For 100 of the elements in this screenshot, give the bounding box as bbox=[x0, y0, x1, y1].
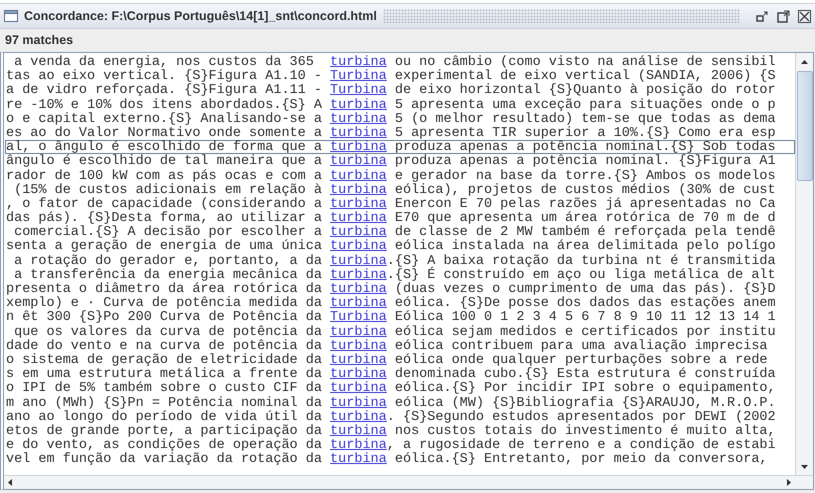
left-context: comercial.{S} A decisão por escolher a bbox=[14, 226, 323, 238]
scroll-left-icon[interactable] bbox=[6, 478, 15, 487]
right-context: eólica.{S} Entretanto, por meio da conversora, bbox=[394, 453, 768, 466]
keyword-link[interactable]: turbina bbox=[330, 226, 387, 238]
scroll-down-icon[interactable] bbox=[800, 462, 809, 471]
keyword-link[interactable]: turbina bbox=[330, 297, 387, 310]
right-context: 5 (o melhor resultado) tem-se que todas as dema bbox=[394, 112, 776, 125]
keyword-link[interactable]: turbina bbox=[330, 283, 387, 296]
concordance-row[interactable]: a rotação do gerador e, portanto, a da turbina.{S} A baixa rotação da turbina nt é transmitida bbox=[5, 254, 795, 268]
keyword-link[interactable]: turbina bbox=[330, 98, 387, 111]
right-context: nos custos totais do investimento é muito alta, bbox=[394, 424, 776, 438]
keyword-link[interactable]: Turbina bbox=[330, 84, 387, 97]
concordance-row[interactable]: al, o ângulo é escolhido de forma que a turbina produza apenas a potência nominal.{S} Sob todas bbox=[5, 140, 795, 154]
left-context: xemplo) e · Curva de potência medida da bbox=[6, 297, 323, 310]
right-context: produza apenas a potência nominal.{S} Sob todas bbox=[394, 141, 776, 154]
keyword-link[interactable]: turbina bbox=[330, 240, 387, 253]
maximize-icon[interactable] bbox=[777, 10, 790, 22]
keyword-link[interactable]: turbina bbox=[330, 424, 387, 438]
concordance-row[interactable]: , o fator de capacidade (considerando a turbina Enercon E 70 pelas razões já apresentadas no Ca bbox=[5, 196, 795, 212]
left-context: , o fator de capacidade (considerando a bbox=[6, 198, 323, 210]
left-context: a rotação do gerador e, portanto, a da bbox=[13, 254, 323, 267]
left-context: vel em função da variação da rotação da bbox=[6, 453, 323, 466]
left-context: ano ao longo do período de vida útil da bbox=[6, 410, 323, 423]
left-context: n êt 300 {S}Po 200 Curva de Potência da bbox=[6, 311, 323, 324]
keyword-link[interactable]: turbina bbox=[330, 126, 387, 140]
keyword-link[interactable]: turbina bbox=[330, 112, 387, 125]
keyword-link[interactable]: turbina bbox=[330, 326, 387, 338]
keyword-link[interactable]: turbina bbox=[330, 439, 387, 452]
left-context: a de vidro reforçada. {S}Figura A1.11 - bbox=[6, 84, 323, 97]
keyword-link[interactable]: turbina bbox=[330, 141, 387, 154]
concordance-row[interactable]: a transferência da energia mecânica da turbina.{S} É construído em aço ou liga metálica de alt bbox=[5, 268, 795, 282]
concordance-row[interactable]: a de vidro reforçada. {S}Figura A1.11 - Turbina de eixo horizontal {S}Quanto à posição do rotor bbox=[5, 83, 795, 98]
keyword-link[interactable]: turbina bbox=[330, 453, 387, 466]
concordance-row[interactable]: ângulo é escolhido de tal maneira que a turbina produza apenas a potência nominal. {S}Figura A1 bbox=[5, 154, 795, 168]
concordance-row[interactable]: rador de 100 kW com as pás ocas e com a turbina e gerador na base da torre.{S} Ambos os modelos bbox=[5, 168, 795, 183]
scroll-right-icon[interactable] bbox=[784, 478, 793, 487]
left-context: a transferência da energia mecânica da bbox=[13, 268, 323, 281]
keyword-link[interactable]: turbina bbox=[330, 170, 387, 182]
left-context: o sistema de geração de eletricidade da bbox=[6, 354, 323, 366]
concordance-row[interactable]: m ano (MWh) {S}Pn = Potência nominal da turbina eólica (MW) {S}Bibliografia {S}ARAUJO, M.R.O.P. bbox=[5, 396, 795, 410]
right-context: eólica onde qualquer perturbações sobre a rede bbox=[394, 354, 768, 366]
close-icon[interactable] bbox=[798, 10, 811, 22]
keyword-link[interactable]: turbina bbox=[330, 184, 387, 196]
window-icon bbox=[4, 10, 18, 22]
left-context: a venda da energia, nos custos da 365 bbox=[13, 56, 315, 68]
concordance-row[interactable]: xemplo) e · Curva de potência medida da turbina eólica. {S}De posse dos dados das estações anem bbox=[5, 296, 795, 310]
concordance-row[interactable]: es ao do Valor Normativo onde somente a turbina 5 apresenta TIR superior a 10%.{S} Como era esp bbox=[5, 126, 795, 140]
concordance-row[interactable]: dade do vento e na curva de potência da turbina eólica contribuem para uma avaliação imprecisa bbox=[5, 338, 795, 353]
keyword-link[interactable]: Turbina bbox=[330, 311, 387, 324]
concordance-row[interactable]: o IPI de 5% também sobre o custo CIF da turbina eólica.{S} Por incidir IPI sobre o equipamento, bbox=[5, 381, 795, 396]
concordance-row[interactable]: o sistema de geração de eletricidade da turbina eólica onde qualquer perturbações sobre a rede bbox=[5, 352, 795, 368]
concordance-row[interactable]: das pás). {S}Desta forma, ao utilizar a turbina E70 que apresenta um área rotórica de 70 m de d bbox=[5, 211, 795, 226]
window-title: Concordance: F:\Corpus Português\14[1]_snt\concord.html bbox=[24, 9, 377, 23]
concordance-row[interactable]: n êt 300 {S}Po 200 Curva de Potência da Turbina Eólica 100 0 1 2 3 4 5 6 7 8 9 10 11 12 13 14 1 bbox=[5, 310, 795, 325]
keyword-link[interactable]: turbina bbox=[330, 56, 387, 68]
right-context: .{S} A baixa rotação da turbina nt é transmitida bbox=[386, 254, 776, 267]
concordance-row[interactable]: senta a geração de energia de uma única turbina eólica instalada na área delimitada pelo polígo bbox=[5, 239, 795, 254]
right-context: E70 que apresenta um área rotórica de 70 m de d bbox=[394, 212, 776, 224]
concordance-row[interactable]: etos de grande porte, a participação da turbina nos custos totais do investimento é muito alta, bbox=[5, 424, 795, 438]
concordance-row[interactable]: vel em função da variação da rotação da turbina eólica.{S} Entretanto, por meio da conversora, bbox=[5, 452, 795, 466]
right-context: Eólica 100 0 1 2 3 4 5 6 7 8 9 10 11 12 13 14 1 bbox=[394, 311, 776, 324]
right-context: de eixo horizontal {S}Quanto à posição do rotor bbox=[394, 84, 776, 97]
right-context: eólica sejam medidos e certificados por institu bbox=[394, 326, 776, 338]
left-context: o IPI de 5% também sobre o custo CIF da bbox=[6, 382, 323, 394]
right-context: 5 apresenta uma exceção para situações onde o p bbox=[394, 98, 776, 111]
right-context: produza apenas a potência nominal. {S}Figura A1 bbox=[394, 155, 776, 168]
keyword-link[interactable]: Turbina bbox=[330, 70, 387, 82]
concordance-row[interactable]: comercial.{S} A decisão por escolher a turbina de classe de 2 MW também é reforçada pela tendê bbox=[5, 225, 795, 240]
keyword-link[interactable]: turbina bbox=[330, 155, 387, 168]
concordance-row[interactable]: re -10% e 10% dos itens abordados.{S} A turbina 5 apresenta uma exceção para situações onde o p bbox=[5, 98, 795, 112]
concordance-row[interactable]: o e capital externo.{S} Analisando-se a turbina 5 (o melhor resultado) tem-se que todas as dema bbox=[5, 112, 795, 126]
concordance-row[interactable]: tas ao eixo vertical. {S}Figura A1.10 - Turbina experimental de eixo vertical (SANDIA, 2006) {S bbox=[5, 69, 795, 84]
scrollbar-thumb[interactable] bbox=[796, 71, 812, 181]
concordance-row[interactable]: ano ao longo do período de vida útil da turbina. {S}Segundo estudos apresentados por DEWI (2002 bbox=[5, 410, 795, 424]
restore-icon[interactable] bbox=[756, 10, 769, 22]
keyword-link[interactable]: turbina bbox=[330, 212, 387, 224]
keyword-link[interactable]: turbina bbox=[330, 410, 387, 423]
concordance-row[interactable]: e do vento, as condições de operação da turbina, a rugosidade de terreno e a condição de estabi bbox=[5, 438, 795, 452]
left-context: presenta o diâmetro da área rotórica da bbox=[6, 283, 323, 296]
concordance-row[interactable]: s em uma estrutura metálica a frente da turbina denominada cubo.{S} Esta estrutura é construída bbox=[5, 367, 795, 382]
scroll-up-icon[interactable] bbox=[800, 58, 809, 67]
concordance-row[interactable]: que os valores da curva de potência da turbina eólica sejam medidos e certificados por institu bbox=[5, 324, 795, 339]
keyword-link[interactable]: turbina bbox=[330, 396, 387, 409]
right-context: eólica.{S} Por incidir IPI sobre o equipamento, bbox=[394, 382, 776, 394]
right-context: 5 apresenta TIR superior a 10%.{S} Como era esp bbox=[394, 126, 776, 140]
concordance-row[interactable]: (15% de custos adicionais em relação à turbina eólica), projetos de custos médios (30% de cust bbox=[5, 182, 795, 197]
keyword-link[interactable]: turbina bbox=[330, 354, 387, 366]
right-context: .{S} É construído em aço ou liga metálica de alt bbox=[386, 268, 776, 281]
keyword-link[interactable]: turbina bbox=[330, 340, 387, 352]
left-context: dade do vento e na curva de potência da bbox=[6, 340, 323, 352]
match-count: 97 matches bbox=[4, 32, 74, 49]
concordance-row[interactable]: a venda da energia, nos custos da 365 turbina ou no câmbio (como visto na análise de sensibil bbox=[5, 55, 795, 70]
left-context: ângulo é escolhido de tal maneira que a bbox=[6, 155, 323, 168]
concordance-row[interactable]: presenta o diâmetro da área rotórica da turbina (duas vezes o cumprimento de uma das pás). {S}D bbox=[5, 282, 795, 296]
keyword-link[interactable]: turbina bbox=[330, 368, 387, 380]
keyword-link[interactable]: turbina bbox=[330, 198, 387, 210]
keyword-link[interactable]: turbina bbox=[330, 268, 387, 281]
keyword-link[interactable]: turbina bbox=[330, 382, 387, 394]
left-context: senta a geração de energia de uma única bbox=[6, 240, 323, 253]
keyword-link[interactable]: turbina bbox=[330, 254, 387, 267]
